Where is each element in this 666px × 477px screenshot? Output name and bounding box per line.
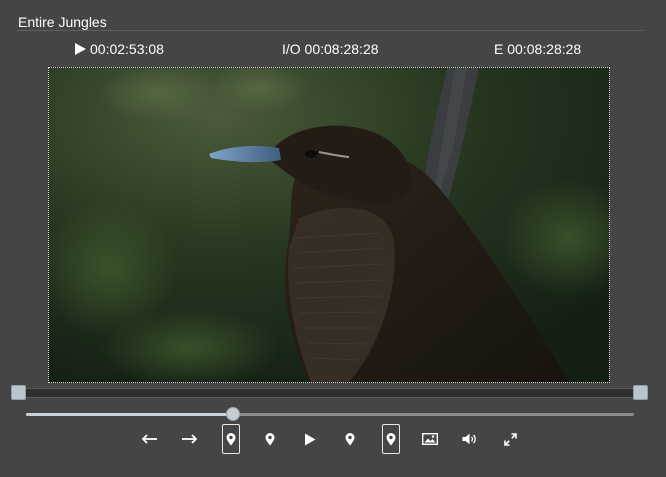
step-forward-button[interactable]: [180, 424, 198, 454]
video-frame-image: [49, 68, 609, 382]
scrub-bar-progress: [26, 413, 233, 416]
map-pin-icon: [226, 432, 236, 445]
title-divider: [17, 30, 643, 31]
current-timecode: 00:02:53:08: [75, 41, 164, 57]
end-timecode: E 00:08:28:28: [494, 41, 582, 57]
transport-controls: [0, 424, 666, 454]
go-to-out-button[interactable]: [341, 424, 359, 454]
in-out-range-track[interactable]: [18, 388, 642, 398]
step-back-button[interactable]: [141, 424, 159, 454]
speaker-icon: [462, 433, 476, 445]
media-player-panel: Entire Jungles 00:02:53:08 I/O 00:08:28:…: [0, 0, 666, 477]
current-timecode-value: 00:02:53:08: [90, 41, 164, 57]
arrow-left-icon: [142, 434, 157, 444]
out-point-handle[interactable]: [633, 385, 648, 400]
panel-title: Entire Jungles: [18, 14, 107, 30]
scrub-bar[interactable]: [26, 413, 634, 416]
play-indicator-icon: [75, 43, 86, 55]
image-icon: [422, 433, 438, 445]
mark-out-button[interactable]: [382, 424, 400, 454]
volume-button[interactable]: [461, 424, 479, 454]
fullscreen-button[interactable]: [501, 424, 519, 454]
video-viewport[interactable]: [48, 67, 610, 383]
snapshot-button[interactable]: [421, 424, 439, 454]
play-icon: [305, 433, 316, 445]
map-pin-icon: [265, 432, 275, 445]
scrub-handle[interactable]: [225, 407, 240, 421]
expand-icon: [503, 432, 517, 446]
in-out-timecode: I/O 00:08:28:28: [282, 41, 379, 57]
timecode-bar: 00:02:53:08 I/O 00:08:28:28 E 00:08:28:2…: [0, 41, 666, 59]
map-pin-icon: [345, 432, 355, 445]
go-to-in-button[interactable]: [261, 424, 279, 454]
mark-in-button[interactable]: [222, 424, 240, 454]
in-point-handle[interactable]: [11, 385, 26, 400]
map-pin-icon: [386, 432, 396, 445]
arrow-right-icon: [182, 434, 197, 444]
play-button[interactable]: [301, 424, 319, 454]
